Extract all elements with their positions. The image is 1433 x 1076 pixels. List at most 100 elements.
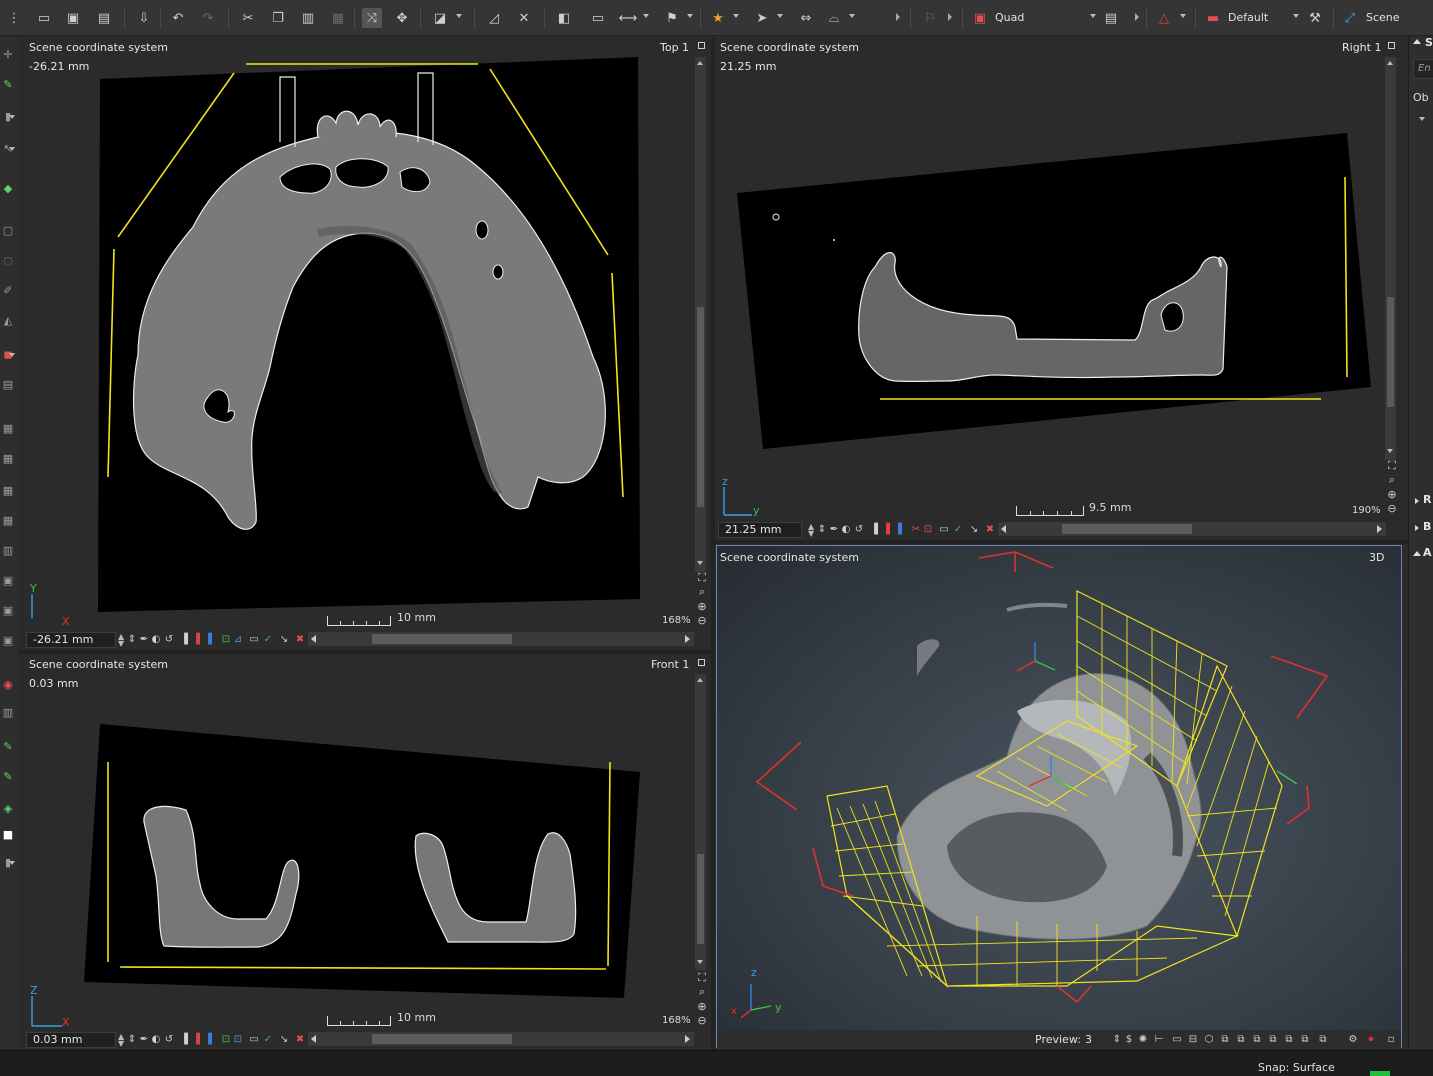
viewport-right-slice-position-field[interactable]: 21.25 mm bbox=[718, 522, 802, 538]
contrast-icon[interactable]: ◐ bbox=[840, 522, 852, 536]
color-map-icon[interactable]: ▌ bbox=[194, 1032, 206, 1046]
reset-icon[interactable]: ✖ bbox=[984, 522, 996, 536]
color-map-icon[interactable]: ▌ bbox=[884, 522, 896, 536]
crosshair-icon[interactable]: ✛ bbox=[1, 47, 15, 61]
rotate-icon[interactable]: ↺ bbox=[163, 632, 175, 646]
fill-icon[interactable]: ▤ bbox=[1, 377, 15, 391]
color-map-icon[interactable]: ▌ bbox=[194, 632, 206, 646]
viewport-top-slice-image[interactable] bbox=[18, 37, 693, 617]
ruler-icon[interactable]: ▭ bbox=[248, 1032, 260, 1046]
style-default-label[interactable]: Default bbox=[1228, 11, 1268, 24]
paint-icon[interactable]: ◈ bbox=[1, 801, 15, 815]
viewport-3d[interactable]: Scene coordinate system 3D z y x bbox=[716, 545, 1402, 1048]
render-mode-icon[interactable]: ⬡ bbox=[1203, 1032, 1215, 1046]
pick-icon[interactable]: ✓ bbox=[952, 522, 964, 536]
eyedropper-icon[interactable]: ✒ bbox=[828, 522, 840, 536]
cube-icon[interactable]: ◆ bbox=[1, 181, 15, 195]
viewport-top[interactable]: Scene coordinate system -26.21 mm Top 1 … bbox=[18, 37, 711, 650]
viewport-right-spinner[interactable]: ▲ ▼ bbox=[808, 523, 814, 538]
toolbar-more-arrow[interactable] bbox=[896, 13, 900, 21]
undo-icon[interactable]: ↶ bbox=[168, 8, 188, 28]
viewport-front-slice-position-field[interactable]: 0.03 mm bbox=[26, 1032, 116, 1048]
marker-icon[interactable]: ⚑ bbox=[662, 8, 682, 28]
preview-value[interactable]: 3 bbox=[1085, 1033, 1092, 1046]
view-cube-6-icon[interactable]: ⧉ bbox=[1299, 1032, 1311, 1046]
measure-angle-icon[interactable]: ◿ bbox=[484, 8, 504, 28]
window-level-icon[interactable]: ▌ bbox=[182, 632, 194, 646]
reset-icon[interactable]: ✖ bbox=[294, 632, 306, 646]
viewport-top-maximize-icon[interactable] bbox=[698, 42, 705, 49]
toolbar-more-arrow-3[interactable] bbox=[1135, 13, 1139, 21]
marker-dropdown[interactable] bbox=[687, 14, 693, 18]
ruler-icon[interactable]: ▭ bbox=[248, 632, 260, 646]
camera-icon[interactable]: ⊟ bbox=[1187, 1032, 1199, 1046]
zoom-in-icon[interactable]: ⊕ bbox=[696, 600, 708, 613]
pen-icon-3[interactable]: ✎ bbox=[1, 769, 15, 783]
cursor-icon[interactable]: ↘ bbox=[278, 632, 290, 646]
pen-icon[interactable]: ✎ bbox=[1, 77, 15, 91]
status-snap-mode[interactable]: Snap: Surface bbox=[1258, 1061, 1335, 1074]
clip-3d-icon[interactable]: ⊢ bbox=[1153, 1032, 1165, 1046]
segment-toggle-icon[interactable]: ⊡ bbox=[220, 1032, 232, 1046]
cut-icon[interactable]: ✂ bbox=[238, 8, 258, 28]
viewport-splitter-right[interactable] bbox=[715, 540, 1408, 544]
step-icon[interactable]: ⇕ bbox=[816, 522, 828, 536]
viewport-right-vscroll[interactable] bbox=[1385, 57, 1396, 460]
color-map-blue-icon[interactable]: ▌ bbox=[896, 522, 908, 536]
view-settings-icon[interactable]: ▤ bbox=[1101, 8, 1121, 28]
star-icon[interactable]: ★ bbox=[708, 8, 728, 28]
panel-item-b[interactable]: B bbox=[1423, 520, 1431, 533]
zoom-out-icon[interactable]: ⊖ bbox=[1386, 502, 1398, 515]
copy-icon[interactable]: ❐ bbox=[268, 8, 288, 28]
scene-icon[interactable]: ⤢ bbox=[1340, 8, 1360, 28]
layout-quad-label[interactable]: Quad bbox=[995, 11, 1024, 24]
viewport-top-hscroll[interactable] bbox=[308, 632, 694, 646]
layer-icon-1[interactable]: ▦ bbox=[1, 421, 15, 435]
style-default-icon[interactable]: ▬ bbox=[1203, 8, 1223, 28]
zoom-icon[interactable]: ⌕ bbox=[696, 985, 708, 998]
layer-icon-4[interactable]: ▦ bbox=[1, 513, 15, 527]
layer-icon-2[interactable]: ▦ bbox=[1, 451, 15, 465]
viewport-splitter-left[interactable] bbox=[18, 650, 711, 654]
cursor-tool-dropdown[interactable] bbox=[777, 14, 783, 18]
toolbar-more-arrow-2[interactable] bbox=[948, 13, 952, 21]
delete-measure-icon[interactable]: ✕ bbox=[514, 8, 534, 28]
pick-icon[interactable]: ✓ bbox=[262, 632, 274, 646]
light-icon[interactable]: ▭ bbox=[1171, 1032, 1183, 1046]
dimension-dropdown[interactable] bbox=[643, 14, 649, 18]
cursor-icon[interactable]: ↘ bbox=[278, 1032, 290, 1046]
rotate-icon[interactable]: ↺ bbox=[853, 522, 865, 536]
arc-dropdown[interactable] bbox=[849, 14, 855, 18]
layer-icon-8[interactable]: ▣ bbox=[1, 633, 15, 647]
triangle-dropdown[interactable] bbox=[1180, 14, 1186, 18]
select-transform-icon[interactable]: ⤨ bbox=[362, 8, 382, 28]
layer-icon-5[interactable]: ▥ bbox=[1, 543, 15, 557]
segment-toggle-icon[interactable]: ⊡ bbox=[220, 632, 232, 646]
triangle-icon[interactable]: △ bbox=[1154, 8, 1174, 28]
rotate-icon[interactable]: ↺ bbox=[163, 1032, 175, 1046]
segment-toggle-icon[interactable]: ✂ bbox=[910, 522, 922, 536]
menu-icon[interactable]: ⋮ bbox=[4, 8, 24, 28]
wrench-icon[interactable]: ⚒ bbox=[1305, 8, 1325, 28]
view-cube-3-icon[interactable]: ⧉ bbox=[1251, 1032, 1263, 1046]
rect-icon[interactable]: ▢ bbox=[1, 223, 15, 237]
view-cube-1-icon[interactable]: ⧉ bbox=[1219, 1032, 1231, 1046]
star-dropdown[interactable] bbox=[733, 14, 739, 18]
view-cube-2-icon[interactable]: ⧉ bbox=[1235, 1032, 1247, 1046]
eyedropper-icon[interactable]: ✒ bbox=[138, 1032, 150, 1046]
viewport-front[interactable]: Scene coordinate system 0.03 mm Front 1 … bbox=[18, 654, 711, 1050]
record-icon[interactable]: ⏺ bbox=[1365, 1032, 1377, 1046]
step-icon[interactable]: ⇕ bbox=[126, 1032, 138, 1046]
viewport-right-slice-image[interactable] bbox=[715, 37, 1385, 457]
pick-icon[interactable]: ✓ bbox=[262, 1032, 274, 1046]
comment-icon[interactable]: ▭ bbox=[588, 8, 608, 28]
clip-icon[interactable]: ⊡ bbox=[232, 1032, 244, 1046]
transfer-icon[interactable]: $ bbox=[1123, 1032, 1135, 1046]
resize-icon[interactable]: ⇔ bbox=[796, 8, 816, 28]
layer-icon-9[interactable]: ▥ bbox=[1, 705, 15, 719]
zoom-icon[interactable]: ⌕ bbox=[1386, 473, 1398, 486]
zoom-in-icon[interactable]: ⊕ bbox=[1386, 488, 1398, 501]
cursor-icon[interactable]: ↘ bbox=[968, 522, 980, 536]
layer-icon-3[interactable]: ▦ bbox=[1, 483, 15, 497]
duplicate-icon[interactable]: ▦ bbox=[328, 8, 348, 28]
